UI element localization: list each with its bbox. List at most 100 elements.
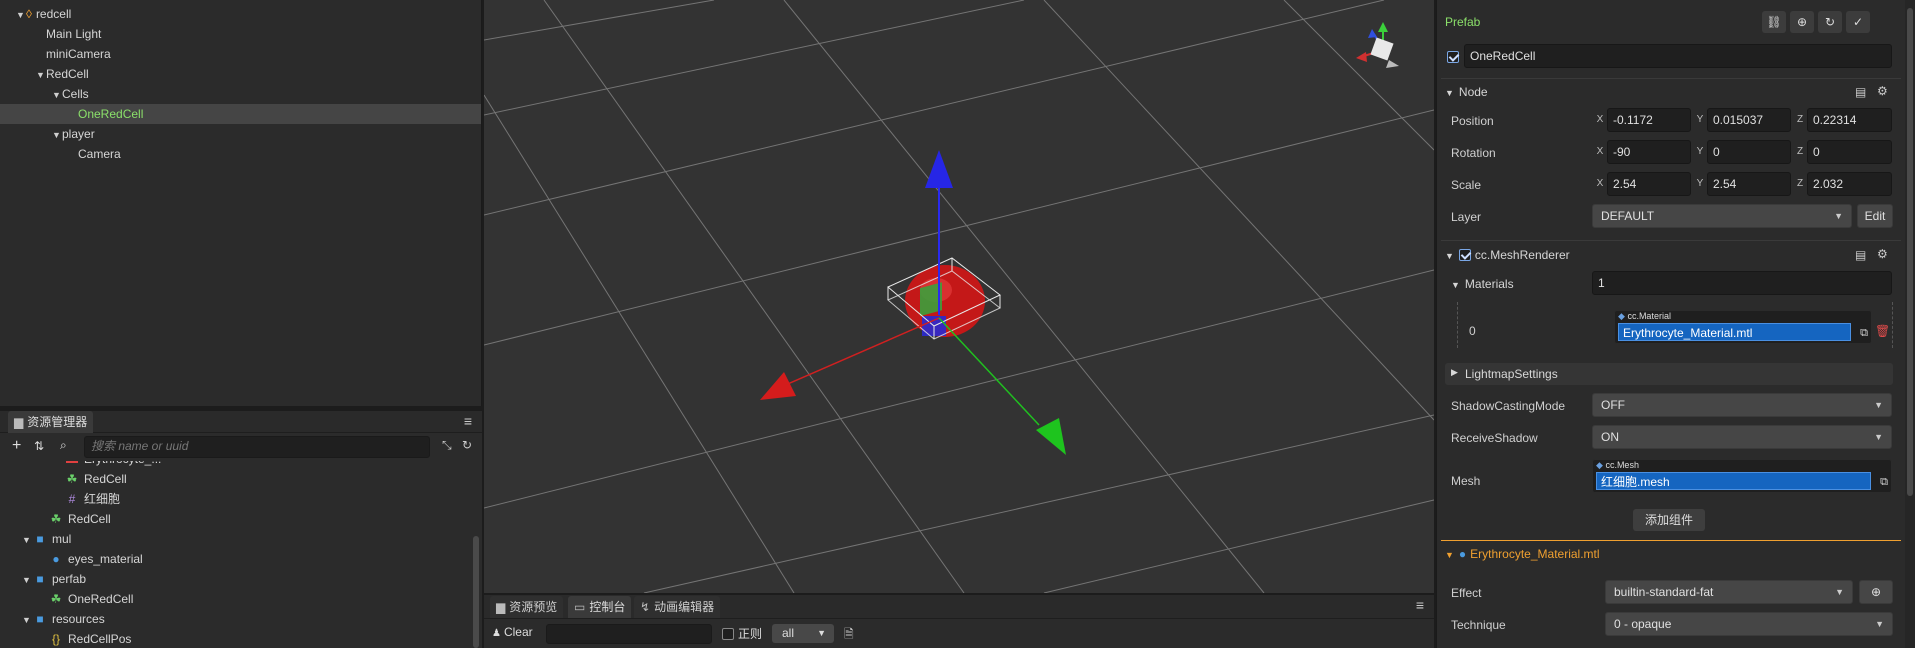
- help-book-icon[interactable]: ▤: [1855, 85, 1866, 99]
- add-component-button[interactable]: 添加组件: [1633, 509, 1705, 531]
- material-asset-field[interactable]: ◆ cc.Material Erythrocyte_Material.mtl ⧉: [1614, 310, 1872, 344]
- regex-toggle[interactable]: 正则: [722, 625, 762, 642]
- help-book-icon[interactable]: ▤: [1855, 248, 1866, 262]
- technique-select[interactable]: 0 - opaque ▼: [1605, 612, 1893, 636]
- apply-prefab-icon[interactable]: ✓: [1846, 11, 1870, 33]
- scale-x-field[interactable]: 2.54: [1607, 172, 1691, 196]
- axis-y-label[interactable]: Y: [1694, 108, 1706, 132]
- console-filter-input[interactable]: [546, 624, 712, 644]
- axis-y-label[interactable]: Y: [1694, 172, 1706, 196]
- position-x-field[interactable]: -0.1172: [1607, 108, 1691, 132]
- chevron-down-icon[interactable]: ▼: [36, 65, 46, 85]
- chevron-down-icon[interactable]: ▼: [22, 610, 32, 630]
- tab-console[interactable]: ▭ 控制台: [568, 596, 632, 618]
- chevron-down-icon[interactable]: ▼: [22, 530, 32, 550]
- axis-z-label[interactable]: Z: [1794, 140, 1806, 164]
- log-level-select[interactable]: all ▼: [772, 624, 834, 643]
- effect-select[interactable]: builtin-standard-fat ▼: [1605, 580, 1853, 604]
- log-file-icon[interactable]: 🗎: [844, 625, 854, 646]
- position-y-field[interactable]: 0.015037: [1707, 108, 1791, 132]
- lightmap-section-header[interactable]: ▶ LightmapSettings: [1445, 363, 1893, 385]
- asset-item[interactable]: ▼ ■ resources: [0, 609, 105, 629]
- gear-icon[interactable]: ⚙: [1877, 247, 1888, 261]
- receive-shadow-select[interactable]: ON ▼: [1592, 425, 1892, 449]
- pick-asset-icon[interactable]: ⧉: [1860, 327, 1868, 340]
- tab-assets[interactable]: ▆ 资源管理器: [8, 411, 94, 433]
- asset-item[interactable]: ☘ RedCell: [0, 509, 111, 529]
- asset-item[interactable]: ▼ ■ perfab: [0, 569, 86, 589]
- asset-item[interactable]: # 红细胞: [0, 489, 120, 509]
- sort-icon[interactable]: ⇅: [34, 439, 44, 453]
- assets-scrollbar[interactable]: [473, 536, 479, 648]
- asset-item[interactable]: {} RedCellPos: [0, 629, 131, 648]
- chevron-down-icon[interactable]: ▼: [52, 125, 62, 145]
- chevron-down-icon[interactable]: ▼: [52, 85, 62, 105]
- materials-count-field[interactable]: 1: [1592, 271, 1892, 295]
- gizmo-z-arrow[interactable]: [1036, 418, 1066, 455]
- chevron-down-icon[interactable]: ▼: [16, 5, 26, 25]
- inspector-scroll-thumb[interactable]: [1907, 8, 1913, 496]
- locate-prefab-icon[interactable]: ⊕: [1790, 11, 1814, 33]
- assets-search-input[interactable]: 搜索 name or uuid: [84, 436, 430, 458]
- asset-item[interactable]: ▼ ■ mul: [0, 529, 71, 549]
- gizmo-x-arrow[interactable]: [760, 372, 796, 400]
- locate-effect-button[interactable]: ⊕: [1859, 580, 1893, 604]
- gizmo-z-axis[interactable]: [938, 317, 1040, 426]
- tab-asset-preview[interactable]: ▆ 资源预览: [490, 596, 564, 618]
- collapse-icon[interactable]: ⤡: [442, 438, 452, 453]
- gizmo-x-axis[interactable]: [773, 317, 940, 391]
- scale-z-field[interactable]: 2.032: [1807, 172, 1892, 196]
- position-z-field[interactable]: 0.22314: [1807, 108, 1892, 132]
- meshrenderer-section-header[interactable]: ▼ cc.MeshRenderer: [1445, 248, 1570, 262]
- hierarchy-item[interactable]: ▼RedCell: [0, 64, 481, 84]
- axis-x-label[interactable]: X: [1594, 108, 1606, 132]
- hierarchy-item[interactable]: Main Light: [0, 24, 481, 44]
- node-section-header[interactable]: ▼ Node: [1445, 85, 1488, 99]
- scene-view[interactable]: [484, 0, 1434, 593]
- mesh-asset-field[interactable]: ◆ cc.Mesh 红细胞.mesh ⧉: [1592, 459, 1892, 493]
- asset-item[interactable]: ☘ RedCell: [0, 469, 127, 489]
- hierarchy-item[interactable]: Camera: [0, 144, 481, 164]
- hierarchy-item[interactable]: OneRedCell: [0, 104, 481, 124]
- asset-item[interactable]: ● eyes_material: [0, 549, 142, 569]
- inspector-scrollbar[interactable]: [1905, 0, 1915, 648]
- axis-z-label[interactable]: Z: [1794, 108, 1806, 132]
- pick-asset-icon[interactable]: ⧉: [1880, 476, 1888, 489]
- red-cell-model[interactable]: [905, 265, 985, 337]
- materials-header[interactable]: ▼ Materials: [1451, 277, 1514, 291]
- view-gizmo[interactable]: [1356, 22, 1399, 68]
- rotation-y-field[interactable]: 0: [1707, 140, 1791, 164]
- hierarchy-item[interactable]: ▼player: [0, 124, 481, 144]
- node-active-checkbox[interactable]: [1447, 51, 1459, 63]
- axis-x-label[interactable]: X: [1594, 140, 1606, 164]
- mesh-asset-value[interactable]: 红细胞.mesh: [1596, 472, 1871, 490]
- asset-item[interactable]: ▬ Erythrocyte_...: [0, 461, 161, 469]
- scene-canvas[interactable]: [484, 0, 1434, 593]
- material-section-header[interactable]: ▼ ● Erythrocyte_Material.mtl: [1445, 547, 1600, 561]
- rotation-z-field[interactable]: 0: [1807, 140, 1892, 164]
- revert-prefab-icon[interactable]: ↻: [1818, 11, 1842, 33]
- layer-select[interactable]: DEFAULT ▼: [1592, 204, 1852, 228]
- node-name-field[interactable]: OneRedCell: [1464, 44, 1892, 68]
- axis-z-label[interactable]: Z: [1794, 172, 1806, 196]
- hierarchy-item[interactable]: ▼◊ redcell: [0, 4, 481, 24]
- tab-animation-editor[interactable]: ↯ 动画编辑器: [634, 596, 721, 618]
- regex-checkbox[interactable]: [722, 628, 734, 640]
- gear-icon[interactable]: ⚙: [1877, 84, 1888, 98]
- search-filter-icon[interactable]: ⌕: [60, 438, 67, 453]
- shadow-casting-select[interactable]: OFF ▼: [1592, 393, 1892, 417]
- layer-edit-button[interactable]: Edit: [1857, 204, 1893, 228]
- gizmo-y-arrow[interactable]: [925, 150, 953, 188]
- material-asset-value[interactable]: Erythrocyte_Material.mtl: [1618, 323, 1851, 341]
- axis-y-label[interactable]: Y: [1694, 140, 1706, 164]
- meshrenderer-enabled-checkbox[interactable]: [1458, 249, 1471, 261]
- unlink-prefab-icon[interactable]: ⛓: [1762, 11, 1786, 33]
- delete-icon[interactable]: 🗑: [1875, 324, 1890, 338]
- refresh-icon[interactable]: ↻: [462, 438, 472, 452]
- hierarchy-item[interactable]: miniCamera: [0, 44, 481, 64]
- rotation-x-field[interactable]: -90: [1607, 140, 1691, 164]
- add-icon[interactable]: +: [12, 437, 21, 455]
- hierarchy-item[interactable]: ▼Cells: [0, 84, 481, 104]
- asset-item[interactable]: ☘ OneRedCell: [0, 589, 134, 609]
- console-menu-icon[interactable]: ≡: [1416, 597, 1424, 613]
